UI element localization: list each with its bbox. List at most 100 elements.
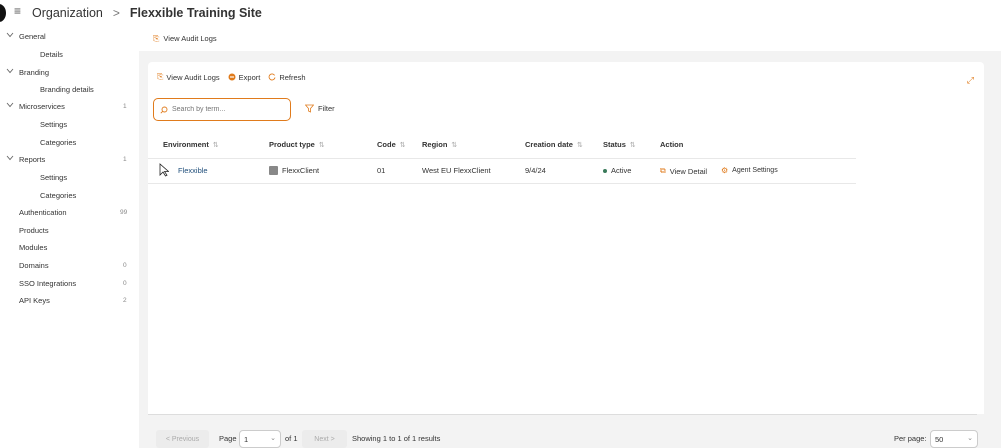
- count-badge: 2: [123, 296, 127, 304]
- environments-table: Environment ⇅ Product type ⇅ Code ⇅ Region ⇅…: [148, 130, 984, 430]
- divider: [148, 183, 856, 184]
- breadcrumb-organization[interactable]: Organization: [32, 6, 103, 20]
- next-button[interactable]: Next >: [302, 430, 347, 448]
- column-status[interactable]: Status ⇅: [603, 140, 636, 149]
- sidebar-item-reports-categories[interactable]: Categories: [0, 187, 139, 203]
- search-box[interactable]: [153, 98, 291, 121]
- sidebar-item-label: Settings: [40, 119, 68, 129]
- view-detail-button[interactable]: ⧉ View Detail: [660, 166, 707, 176]
- column-label: Environment: [163, 140, 209, 149]
- column-region[interactable]: Region ⇅: [422, 140, 457, 149]
- view-audit-logs-button[interactable]: ⎘ View Audit Logs: [157, 72, 220, 82]
- column-product-type[interactable]: Product type ⇅: [269, 140, 325, 149]
- sidebar-item-label: Modules: [19, 242, 48, 252]
- sidebar-item-api-keys[interactable]: API Keys 2: [0, 292, 139, 308]
- search-icon: [160, 106, 168, 114]
- column-action: Action: [660, 140, 683, 149]
- sidebar-item-microservices-settings[interactable]: Settings: [0, 116, 139, 132]
- sidebar-item-label: Domains: [19, 260, 49, 270]
- column-label: Action: [660, 140, 684, 149]
- per-page-select[interactable]: 50 ⌄: [930, 430, 978, 448]
- status-dot-icon: [603, 168, 607, 173]
- sidebar-item-label: SSO Integrations: [19, 278, 77, 288]
- page-title: Flexxible Training Site: [129, 6, 262, 20]
- column-creation-date[interactable]: Creation date ⇅: [525, 140, 583, 149]
- button-label: Refresh: [279, 72, 306, 82]
- sidebar-item-label: Settings: [40, 172, 68, 182]
- page-select[interactable]: 1 ⌄: [239, 430, 281, 448]
- sidebar-item-label: Microservices: [19, 101, 65, 111]
- sidebar-item-branding-details[interactable]: Branding details: [0, 81, 139, 97]
- pagination: < Previous Page 1 ⌄ of 1 Next > Showing …: [148, 414, 984, 448]
- per-page-label: Per page:: [894, 434, 927, 443]
- chevron-down-icon: [6, 155, 14, 161]
- count-badge: 99: [120, 208, 128, 216]
- sort-icon: ⇅: [399, 141, 406, 149]
- sidebar-item-label: Branding: [19, 67, 50, 77]
- refresh-button[interactable]: Refresh: [268, 72, 306, 82]
- chevron-down-icon: [6, 68, 14, 74]
- hamburger-icon[interactable]: ≡: [14, 4, 21, 18]
- toolbar: ⎘ View Audit Logs Export Refresh: [157, 72, 306, 82]
- sidebar-item-sso-integrations[interactable]: SSO Integrations 0: [0, 275, 139, 291]
- page-select-value: 1: [244, 434, 249, 444]
- sort-icon: ⇅: [212, 141, 219, 149]
- sidebar-item-authentication[interactable]: Authentication 99: [0, 204, 139, 220]
- column-code[interactable]: Code ⇅: [377, 140, 406, 149]
- sidebar-item-details[interactable]: Details: [0, 46, 139, 62]
- sidebar-item-microservices[interactable]: Microservices 1: [0, 98, 139, 114]
- filter-icon: [305, 104, 314, 113]
- chevron-down-icon: ⌄: [270, 435, 276, 442]
- column-label: Product type: [269, 140, 315, 149]
- product-type-text: FlexxClient: [282, 166, 320, 175]
- button-label: Filter: [318, 104, 335, 113]
- region-cell: West EU FlexxClient: [422, 166, 491, 175]
- sidebar-item-label: Branding details: [40, 84, 94, 94]
- breadcrumb-separator: >: [112, 6, 120, 20]
- page-label: Page: [219, 434, 237, 443]
- sidebar-item-reports-settings[interactable]: Settings: [0, 169, 139, 185]
- sort-icon: ⇅: [629, 141, 636, 149]
- sidebar-item-label: Categories: [40, 137, 77, 147]
- column-label: Region: [422, 140, 448, 149]
- sort-icon: ⇅: [451, 141, 458, 149]
- column-label: Creation date: [525, 140, 573, 149]
- column-environment[interactable]: Environment ⇅: [163, 140, 219, 149]
- gear-icon: ⚙: [721, 166, 729, 175]
- per-page-value: 50: [935, 434, 944, 444]
- product-icon: [269, 166, 278, 175]
- previous-button[interactable]: < Previous: [156, 430, 209, 448]
- environment-link[interactable]: Flexxible: [178, 166, 208, 175]
- column-label: Status: [603, 140, 626, 149]
- button-label: View Detail: [669, 166, 708, 176]
- sidebar-item-branding[interactable]: Branding: [0, 64, 139, 80]
- search-input[interactable]: [172, 106, 282, 113]
- chevron-down-icon: [6, 32, 14, 38]
- sidebar-item-domains[interactable]: Domains 0: [0, 257, 139, 273]
- audit-log-icon: ⎘: [157, 72, 164, 81]
- mouse-cursor-icon: [159, 163, 169, 177]
- button-label: Agent Settings: [732, 167, 778, 174]
- expand-icon[interactable]: ⤢: [967, 75, 974, 86]
- view-audit-logs-link[interactable]: View Audit Logs: [163, 34, 216, 43]
- sidebar-item-products[interactable]: Products: [0, 222, 139, 238]
- sidebar-item-reports[interactable]: Reports 1: [0, 151, 139, 167]
- avatar[interactable]: [0, 4, 6, 22]
- sidebar-item-label: API Keys: [19, 295, 50, 305]
- export-icon: [228, 73, 236, 81]
- chevron-down-icon: ⌄: [967, 435, 973, 442]
- count-badge: 1: [123, 155, 127, 163]
- breadcrumb: Organization > Flexxible Training Site: [32, 6, 262, 20]
- agent-settings-button[interactable]: ⚙ Agent Settings: [721, 166, 778, 175]
- sidebar-item-microservices-categories[interactable]: Categories: [0, 134, 139, 150]
- status-text: Active: [611, 166, 632, 175]
- filter-button[interactable]: Filter: [305, 104, 335, 113]
- button-label: Export: [238, 72, 261, 82]
- sort-icon: ⇅: [576, 141, 583, 149]
- sidebar-item-modules[interactable]: Modules: [0, 239, 139, 255]
- column-label: Code: [377, 140, 396, 149]
- export-button[interactable]: Export: [228, 72, 261, 82]
- table-header: Environment ⇅ Product type ⇅ Code ⇅ Region ⇅…: [148, 130, 856, 158]
- sidebar-item-general[interactable]: General: [0, 28, 139, 44]
- refresh-icon: [268, 73, 276, 81]
